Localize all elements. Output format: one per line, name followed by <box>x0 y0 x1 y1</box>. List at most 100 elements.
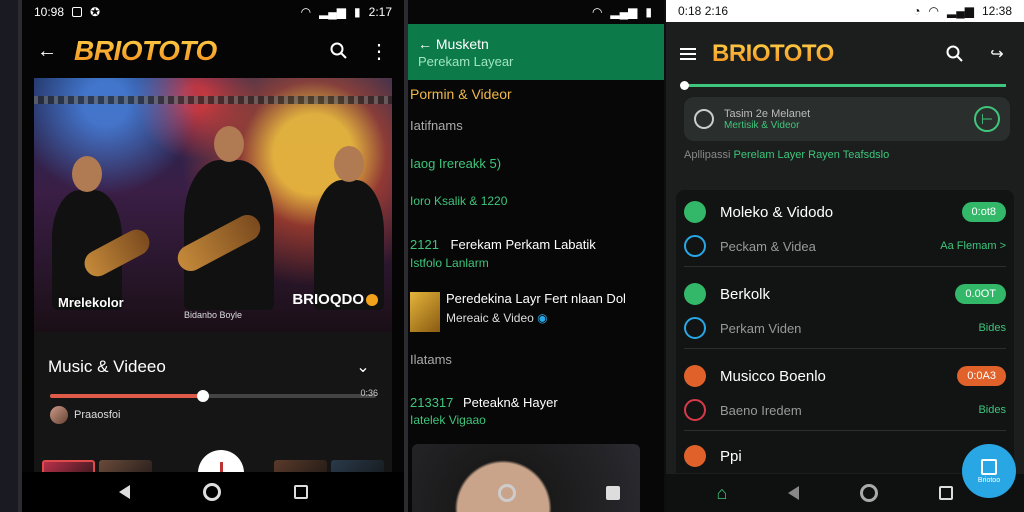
nav-home-icon[interactable] <box>498 484 516 502</box>
progress-fill <box>50 394 204 398</box>
uploader[interactable]: Praaosfoi <box>34 398 392 432</box>
record-icon <box>684 399 706 421</box>
more-vert-icon[interactable]: ⋮ <box>366 38 392 64</box>
section-title: Pormin & Videor <box>410 86 512 102</box>
list-item[interactable]: Peredekina Layr Fert nlaan Dol <box>446 291 626 306</box>
progress-end-label: 0:36 <box>360 388 378 398</box>
list-item[interactable]: Musicco Boenlo 0:0A3 <box>684 362 1006 390</box>
menu-icon[interactable] <box>680 48 696 60</box>
home-icon[interactable]: ⌂ <box>717 483 728 504</box>
list-item[interactable]: Berkolk 0.0OT <box>684 280 1006 308</box>
check-icon <box>684 235 706 257</box>
list-item[interactable]: Perkam Viden Bides <box>684 314 1006 342</box>
list-item-label: Baeno Iredem <box>720 402 802 418</box>
badge-pill[interactable]: 0:0A3 <box>957 366 1006 386</box>
phone-left: 10:98 ✪ ◠ ▂▄▆ ▮ 2:17 ← BRIOTOTO ⋮ Mrelek… <box>18 0 408 512</box>
list-item-label: Peckam & Videa <box>720 238 816 254</box>
signal-icon: ▂▄▆ <box>319 5 347 19</box>
header-title: ← Musketn <box>418 36 489 52</box>
menu-list: Moleko & Vidodo 0:ot8 Peckam & Videa Aa Fle… <box>676 190 1014 473</box>
system-nav-bar <box>22 472 404 512</box>
divider <box>684 348 1006 349</box>
hero-image[interactable]: Mrelekolor Bidanbo Boyle BRIOQDO <box>34 78 392 332</box>
play-icon <box>684 445 706 467</box>
list-item[interactable]: Ppi <box>684 442 1006 470</box>
section-subtitle: Iatifnams <box>410 118 463 133</box>
item-title: Peteakn& Hayer <box>463 395 558 410</box>
row-action[interactable]: Bides <box>978 322 1006 334</box>
nav-home-icon[interactable] <box>202 483 221 501</box>
media-icon <box>694 109 714 129</box>
floating-action-button[interactable]: Briotoo <box>962 444 1016 498</box>
playback-progress[interactable] <box>680 81 1006 90</box>
hero-caption-mid: Bidanbo Boyle <box>184 310 243 320</box>
section-subtitle: Ilatams <box>410 352 452 367</box>
card-title: Tasim 2e Melanet <box>724 107 811 120</box>
list-item[interactable]: Ioro Ksalik & 1220 <box>410 194 507 208</box>
open-button[interactable]: ⊢ <box>974 106 1000 132</box>
divider <box>684 430 1006 431</box>
list-item[interactable]: 213317 Peteakn& Hayer <box>410 395 558 410</box>
book-icon <box>981 458 997 475</box>
panel-title: Music & Videeo <box>48 357 166 376</box>
row-action[interactable]: Bides <box>978 404 1006 416</box>
app-status-icon: ✪ <box>90 5 101 19</box>
hero-caption-left: Mrelekolor <box>58 295 124 310</box>
avatar <box>50 406 68 424</box>
app-logo: BRIOTOTO <box>712 40 834 67</box>
item-subtitle-text: Mereaic & Video <box>446 311 534 325</box>
description: Apllipassi Perelam Layer Rayen Teafsdslo <box>666 141 1024 169</box>
list-item[interactable]: Moleko & Vidodo 0:ot8 <box>684 198 1006 226</box>
header-subtitle: Perekam Layear <box>418 54 514 69</box>
description-prefix: Apllipassi <box>684 149 734 161</box>
signal-icon: ▂▄▆ <box>610 5 638 19</box>
nav-back-icon[interactable] <box>788 486 800 500</box>
screen: 10:98 ✪ ◠ ▂▄▆ ▮ 2:17 ← BRIOTOTO ⋮ Mrelek… <box>0 0 1024 512</box>
nav-home-icon[interactable] <box>860 484 879 502</box>
status-time: 0:18 2:16 <box>678 4 729 18</box>
wifi-icon: ◠ <box>591 5 603 19</box>
hero-brand-text: BRIOQDO <box>292 291 364 308</box>
battery-icon: ▮ <box>645 5 652 19</box>
search-icon[interactable] <box>942 41 968 67</box>
row-action[interactable]: Aa Flemam > <box>940 240 1006 252</box>
list-item[interactable]: 2121 Ferekam Perkam Labatik <box>410 237 596 252</box>
nav-recents-icon[interactable] <box>606 486 620 500</box>
uploader-name: Praaosfoi <box>74 409 121 421</box>
divider <box>684 266 1006 267</box>
nav-recents-icon[interactable] <box>939 486 954 500</box>
chevron-down-icon[interactable]: ⌄ <box>350 354 376 380</box>
search-icon[interactable] <box>326 38 352 64</box>
nav-back-icon[interactable] <box>118 485 130 499</box>
wifi-icon: ◠ <box>928 4 939 18</box>
video-thumbnail[interactable] <box>412 444 640 512</box>
item-subtitle: Iatelek Vigaao <box>410 413 486 427</box>
status-bar: ◠ ▂▄▆ ▮ <box>408 0 664 24</box>
playback-progress[interactable]: 0:36 <box>50 388 378 402</box>
item-title: Ferekam Perkam Labatik <box>450 237 596 252</box>
list-item-label: Musicco Boenlo <box>720 367 826 385</box>
wifi-icon: ◠ <box>300 5 312 19</box>
app-toolbar: BRIOTOTO ↪ <box>666 24 1024 84</box>
status-time: 10:98 <box>34 5 65 19</box>
hero-caption-brand: BRIOQDO <box>292 291 378 308</box>
item-subtitle: Istfolo Lanlarm <box>410 256 489 270</box>
badge-pill[interactable]: 0:ot8 <box>961 202 1006 222</box>
list-item[interactable]: Baeno Iredem Bides <box>684 396 1006 424</box>
stage-truss <box>34 96 392 104</box>
back-arrow-icon[interactable]: ← <box>34 38 60 64</box>
app-toolbar: ← BRIOTOTO ⋮ <box>22 24 404 78</box>
share-icon[interactable]: ↪ <box>984 41 1010 67</box>
badge-pill[interactable]: 0.0OT <box>955 284 1006 304</box>
thumbnail[interactable] <box>410 292 440 332</box>
verified-icon: ◉ <box>537 311 548 325</box>
status-bar: 0:18 2:16 ◔ ◠ ▂▄▆ 12:38 <box>666 0 1024 22</box>
list-item[interactable]: Peckam & Videa Aa Flemam > <box>684 232 1006 260</box>
list-item-label: Perkam Viden <box>720 320 802 336</box>
item-number: 213317 <box>410 395 454 410</box>
video-icon <box>684 365 706 387</box>
nav-recents-icon[interactable] <box>293 485 308 499</box>
now-playing-card[interactable]: Tasim 2e Melanet Mertisik & Videor ⊢ <box>684 97 1010 141</box>
item-number: 2121 <box>410 237 439 252</box>
list-item[interactable]: Iaog Irereakk 5) <box>410 156 501 171</box>
